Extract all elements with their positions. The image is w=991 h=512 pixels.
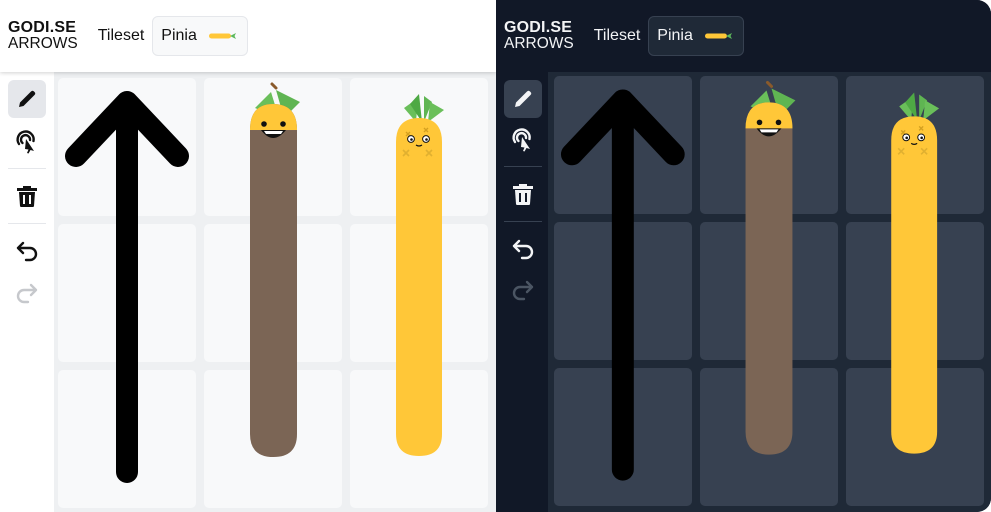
board-grid[interactable] — [548, 72, 991, 512]
board-drawing — [560, 80, 940, 481]
black-arrow — [560, 89, 685, 481]
board-grid[interactable] — [54, 72, 496, 512]
tileset-select[interactable]: Pinia — [648, 16, 745, 56]
tileset-value: Pinia — [161, 27, 197, 44]
logo-line2: ARROWS — [504, 35, 574, 52]
undo-button[interactable] — [8, 232, 46, 270]
toolbar-divider — [504, 221, 542, 222]
undo-icon — [16, 241, 38, 262]
header: GODI.SE ARROWS Tileset Pinia — [0, 0, 496, 72]
tileset-label: Tileset — [593, 27, 641, 44]
black-arrow — [65, 91, 189, 483]
tileset-value: Pinia — [657, 27, 693, 44]
redo-button[interactable] — [504, 271, 542, 309]
logo-line1: GODI.SE — [504, 19, 573, 36]
trash-icon — [17, 186, 37, 207]
toolbar — [0, 72, 54, 512]
logo-line1: GODI.SE — [8, 19, 77, 36]
app-logo[interactable]: GODI.SE ARROWS — [504, 20, 574, 52]
pencil-tool-button[interactable] — [504, 80, 542, 118]
toolbar-divider — [8, 223, 46, 224]
logo-line2: ARROWS — [8, 35, 78, 52]
pineapple-swatch-icon — [704, 33, 732, 39]
touch-draw-icon — [512, 128, 531, 152]
clear-button[interactable] — [504, 175, 542, 213]
dark-theme-panel: GODI.SE ARROWS Tileset Pinia — [496, 0, 991, 512]
redo-button[interactable] — [8, 274, 46, 312]
tileset-label: Tileset — [97, 27, 145, 44]
clear-button[interactable] — [8, 177, 46, 215]
trash-icon — [513, 184, 533, 205]
pineapple-swatch-icon — [208, 33, 236, 39]
pencil-icon — [515, 90, 532, 107]
brown-pineapple-snake — [250, 82, 300, 457]
brown-pineapple-snake — [745, 80, 796, 455]
header: GODI.SE ARROWS Tileset Pinia — [496, 0, 991, 72]
pencil-tool-button[interactable] — [8, 80, 46, 118]
light-theme-panel: GODI.SE ARROWS Tileset Pinia — [0, 0, 496, 512]
toolbar-divider — [8, 168, 46, 169]
yellow-pineapple-snake — [396, 94, 444, 456]
board-drawing — [65, 82, 444, 483]
toolbar — [496, 72, 550, 512]
tileset-select[interactable]: Pinia — [152, 16, 249, 56]
touch-draw-tool-button[interactable] — [8, 123, 46, 161]
touch-draw-tool-button[interactable] — [504, 121, 542, 159]
redo-icon — [16, 283, 38, 304]
toolbar-divider — [504, 166, 542, 167]
pencil-icon — [19, 90, 36, 107]
yellow-pineapple-snake — [891, 92, 940, 454]
undo-button[interactable] — [504, 230, 542, 268]
redo-icon — [512, 280, 534, 301]
undo-icon — [512, 239, 534, 260]
touch-draw-icon — [16, 130, 35, 154]
app-logo[interactable]: GODI.SE ARROWS — [8, 20, 78, 52]
